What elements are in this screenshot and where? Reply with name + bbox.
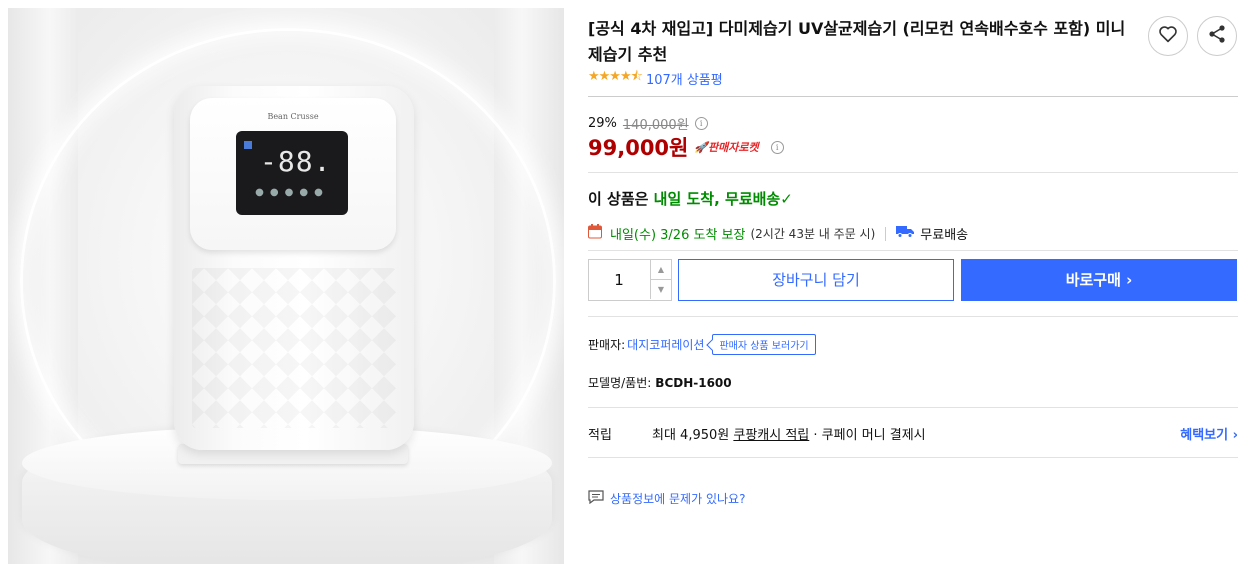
divider — [588, 407, 1238, 408]
check-icon: ✓ — [780, 190, 793, 208]
share-icon — [1207, 24, 1227, 48]
seller-row: 판매자: 대지코퍼레이션 판매자 상품 보러가기 — [588, 334, 816, 355]
dehumidifier-device: Bean Crusse -88. ●●●●● — [174, 86, 414, 450]
sale-price: 99,000원 — [588, 136, 689, 160]
device-brand: Bean Crusse — [267, 112, 319, 121]
divider — [588, 316, 1238, 317]
arrival-row: 내일(수) 3/26 도착 보장 (2시간 43분 내 주문 시) 무료배송 — [588, 224, 968, 243]
seller-products-button[interactable]: 판매자 상품 보러가기 — [712, 334, 816, 355]
message-icon — [588, 490, 604, 507]
reward-label: 적립 — [588, 428, 612, 443]
review-count-link[interactable]: 107개 상품평 — [646, 69, 723, 88]
report-issue-link[interactable]: 상품정보에 문제가 있나요? — [588, 490, 745, 507]
divider — [588, 457, 1238, 458]
reward-row: 적립 최대 4,950원 쿠팡캐시 적립 · 쿠페이 머니 결제시 혜택보기 › — [588, 424, 1238, 443]
delivery-headline: 이 상품은 내일 도착, 무료배송✓ — [588, 188, 793, 209]
model-row: 모델명/품번: BCDH-1600 — [588, 374, 732, 391]
seller-rocket-badge: 🚀판매자로켓 — [694, 141, 759, 154]
share-button[interactable] — [1197, 16, 1237, 56]
benefit-view-link[interactable]: 혜택보기 › — [1180, 424, 1238, 443]
reward-max: 최대 4,950원 — [652, 428, 730, 443]
chevron-down-icon: ▼ — [657, 285, 665, 294]
product-info-panel: [공식 4차 재입고] 다미제습기 UV살균제습기 (리모컨 연속배수호수 포함… — [588, 0, 1238, 568]
quantity-stepper[interactable]: 1 ▲ ▼ — [588, 259, 672, 301]
original-price-row: 29% 140,000원 i — [588, 114, 708, 133]
star-rating-icon: ★★★★⯪ — [588, 69, 643, 84]
device-display: -88. ●●●●● — [236, 131, 348, 215]
rating-row[interactable]: ★★★★⯪ 107개 상품평 — [588, 67, 723, 89]
model-label: 모델명/품번: — [588, 376, 652, 390]
heart-icon — [1158, 25, 1178, 47]
quantity-decrease-button[interactable]: ▼ — [650, 280, 671, 299]
buy-now-button[interactable]: 바로구매 › — [961, 259, 1237, 301]
device-control-panel: Bean Crusse -88. ●●●●● — [190, 98, 396, 250]
quantity-increase-button[interactable]: ▲ — [650, 260, 671, 280]
calendar-icon — [588, 224, 602, 243]
info-icon[interactable]: i — [770, 140, 784, 154]
seller-label: 판매자: — [588, 338, 626, 352]
separator — [885, 226, 887, 241]
sale-price-row: 99,000원 🚀판매자로켓 i — [588, 132, 784, 162]
add-to-cart-button[interactable]: 장바구니 담기 — [678, 259, 954, 301]
delivery-headline-highlight: 내일 도착, 무료배송 — [653, 190, 781, 208]
truck-icon — [896, 225, 915, 242]
delivery-headline-prefix: 이 상품은 — [588, 190, 649, 208]
display-icon — [244, 141, 252, 149]
divider — [588, 172, 1238, 173]
chevron-up-icon: ▲ — [657, 265, 665, 274]
divider — [588, 250, 1238, 251]
divider — [588, 96, 1238, 97]
seller-name-link[interactable]: 대지코퍼레이션 — [627, 336, 704, 353]
report-issue-text[interactable]: 상품정보에 문제가 있나요? — [610, 490, 745, 507]
wishlist-button[interactable] — [1148, 16, 1188, 56]
product-title: [공식 4차 재입고] 다미제습기 UV살균제습기 (리모컨 연속배수호수 포함… — [588, 19, 1126, 64]
device-vent-mesh — [192, 268, 396, 428]
reward-condition: · 쿠페이 머니 결제시 — [813, 428, 926, 443]
quantity-input[interactable]: 1 — [589, 260, 649, 300]
discount-rate: 29% — [588, 116, 617, 131]
display-buttons: ●●●●● — [255, 187, 329, 198]
coupang-cash-link[interactable]: 쿠팡캐시 적립 — [733, 424, 809, 443]
arrival-date: 내일(수) 3/26 도착 보장 — [610, 228, 746, 243]
free-shipping-label: 무료배송 — [920, 228, 969, 243]
display-digits: -88. — [260, 145, 332, 178]
product-image[interactable]: Bean Crusse -88. ●●●●● — [8, 8, 564, 564]
info-icon[interactable]: i — [694, 117, 708, 130]
arrival-condition: (2시간 43분 내 주문 시) — [750, 227, 876, 241]
model-value: BCDH-1600 — [655, 376, 732, 390]
original-price: 140,000원 — [622, 118, 689, 133]
